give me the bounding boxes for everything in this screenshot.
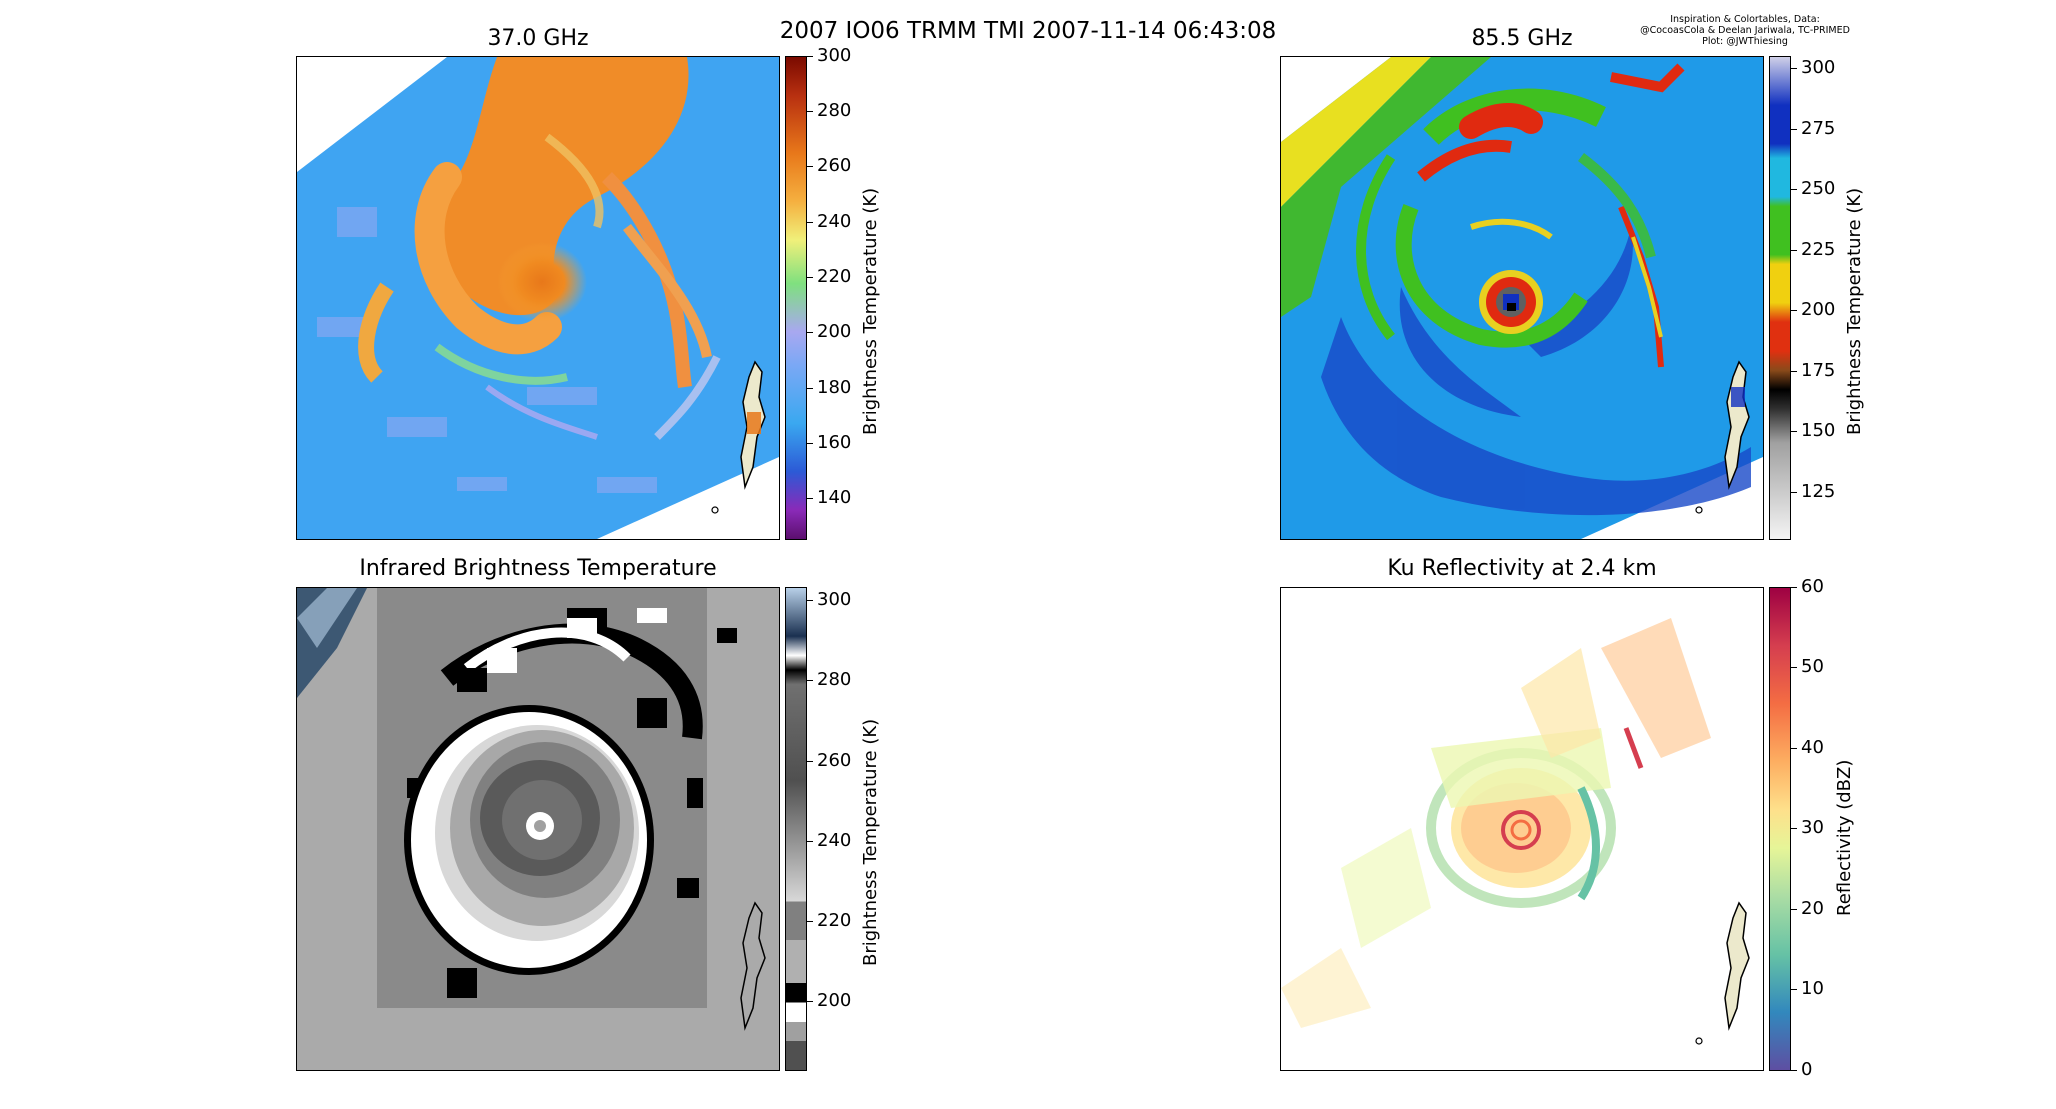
colorbar-label-37ghz: Brightness Temperature (K) — [860, 187, 881, 435]
colorbar-tick-label: 275 — [1801, 118, 1836, 139]
colorbar-tick-label: 240 — [817, 211, 852, 232]
colorbar-ticks-85ghz: 300 275 250 225 200 175 150 125 — [1791, 56, 1851, 540]
map-infrared — [296, 587, 780, 1071]
map-infrared-image — [297, 588, 779, 1070]
map-ku-reflectivity-image — [1281, 588, 1763, 1070]
colorbar-tick-label: 30 — [1801, 817, 1824, 838]
colorbar-tick-label: 10 — [1801, 978, 1824, 999]
colorbar-tick-label: 300 — [1801, 57, 1836, 78]
colorbar-37ghz — [785, 56, 807, 540]
colorbar-tick-label: 200 — [1801, 299, 1836, 320]
colorbar-tick-label: 260 — [817, 155, 852, 176]
map-85ghz-image — [1281, 57, 1763, 539]
colorbar-tick-label: 220 — [817, 910, 852, 931]
colorbar-tick-label: 175 — [1801, 360, 1836, 381]
colorbar-tick-label: 125 — [1801, 481, 1836, 502]
colorbar-label-ku-reflectivity: Reflectivity (dBZ) — [1834, 759, 1855, 916]
colorbar-ticks-infrared: 300 280 260 240 220 200 — [807, 587, 867, 1071]
colorbar-label-infrared: Brightness Temperature (K) — [860, 718, 881, 966]
colorbar-ticks-37ghz: 300 280 260 240 220 200 180 160 140 — [807, 47, 867, 540]
colorbar-tick-label: 200 — [817, 321, 852, 342]
panel-title-infrared: Infrared Brightness Temperature — [359, 556, 717, 581]
colorbar-infrared — [785, 587, 807, 1071]
colorbar-tick-label: 300 — [817, 589, 852, 610]
panel-title-37ghz: 37.0 GHz — [487, 26, 589, 51]
panel-title-85ghz: 85.5 GHz — [1471, 26, 1573, 51]
panel-title-ku-reflectivity: Ku Reflectivity at 2.4 km — [1387, 556, 1657, 581]
colorbar-tick-label: 40 — [1801, 737, 1824, 758]
colorbar-label-85ghz: Brightness Temperature (K) — [1844, 187, 1865, 435]
map-37ghz-image — [297, 57, 779, 539]
map-ku-reflectivity — [1280, 587, 1764, 1071]
colorbar-tick-label: 180 — [817, 377, 852, 398]
colorbar-tick-label: 250 — [1801, 178, 1836, 199]
colorbar-tick-label: 60 — [1801, 576, 1824, 597]
map-85ghz — [1280, 56, 1764, 540]
colorbar-tick-label: 225 — [1801, 239, 1836, 260]
colorbar-tick-label: 240 — [817, 830, 852, 851]
colorbar-tick-label: 300 — [817, 45, 852, 66]
credit-line: Inspiration & Colortables, Data: — [1670, 14, 1820, 25]
colorbar-tick-label: 0 — [1801, 1059, 1813, 1080]
colorbar-tick-label: 20 — [1801, 898, 1824, 919]
colorbar-tick-label: 160 — [817, 432, 852, 453]
colorbar-tick-label: 220 — [817, 266, 852, 287]
colorbar-tick-label: 200 — [817, 990, 852, 1011]
colorbar-ku-reflectivity — [1769, 587, 1791, 1071]
map-37ghz — [296, 56, 780, 540]
colorbar-85ghz — [1769, 56, 1791, 540]
colorbar-tick-label: 140 — [817, 487, 852, 508]
colorbar-tick-label: 280 — [817, 100, 852, 121]
colorbar-tick-label: 280 — [817, 669, 852, 690]
colorbar-tick-label: 260 — [817, 750, 852, 771]
colorbar-tick-label: 150 — [1801, 420, 1836, 441]
colorbar-tick-label: 50 — [1801, 656, 1824, 677]
